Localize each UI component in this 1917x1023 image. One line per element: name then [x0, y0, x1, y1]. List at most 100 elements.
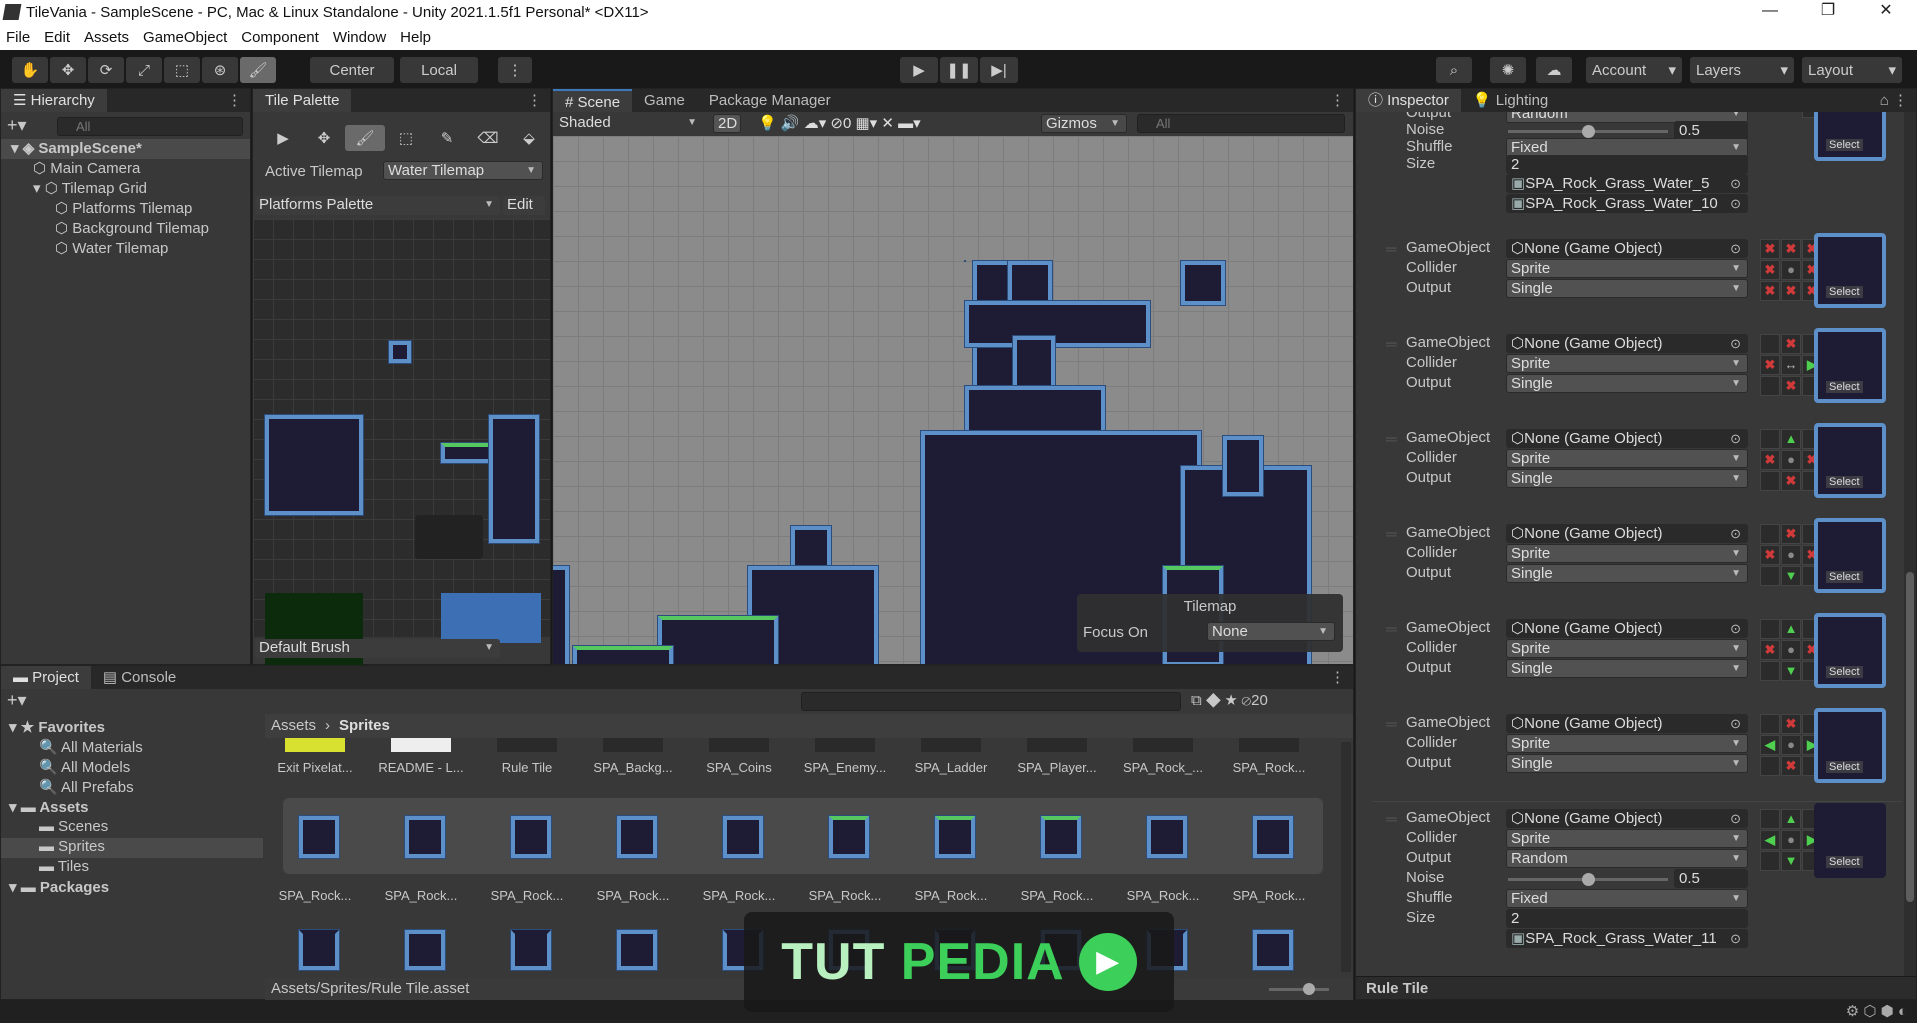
asset-label[interactable]: SPA_Rock... — [795, 888, 895, 903]
project-filter-icons[interactable]: ⧉ ◆ ★ ⊘20 — [1191, 692, 1268, 709]
rule-sprite-preview[interactable]: Select — [1814, 708, 1886, 783]
rule-neighbor-cell[interactable] — [1760, 661, 1780, 681]
drag-handle-icon[interactable]: ═ — [1386, 431, 1397, 448]
asset-thumbnail[interactable] — [709, 738, 769, 752]
object-picker-icon[interactable]: ⊙ — [1730, 810, 1741, 827]
rule-sprite-preview[interactable]: Select — [1814, 518, 1886, 593]
rule-neighbor-cell[interactable]: ✖ — [1760, 260, 1780, 280]
asset-label[interactable]: Rule Tile — [477, 760, 577, 775]
sprite-thumbnail[interactable] — [404, 815, 446, 859]
rule-neighbor-cell[interactable] — [1760, 566, 1780, 586]
pivot-center-button[interactable]: Center — [310, 57, 394, 83]
rule-sprite-preview[interactable]: Select — [1814, 423, 1886, 498]
hierarchy-item[interactable]: ▾ ⬡ Tilemap Grid — [1, 179, 250, 199]
shuffle-dropdown[interactable]: Fixed ▼ — [1506, 889, 1748, 908]
palette-grid[interactable] — [253, 219, 550, 693]
rule-neighbor-cell[interactable] — [1760, 809, 1780, 829]
sprite-thumbnail[interactable] — [828, 815, 870, 859]
select-button[interactable]: Select — [1826, 666, 1863, 678]
object-picker-icon[interactable]: ⊙ — [1730, 430, 1741, 447]
asset-thumbnail[interactable] — [1239, 738, 1299, 752]
cloud-icon[interactable]: ☁ — [1536, 57, 1572, 83]
rule-neighbor-cell[interactable]: ✖ — [1760, 239, 1780, 259]
rule-neighbor-cell[interactable]: ● — [1781, 545, 1801, 565]
palette-tool-button[interactable]: 🖌 — [345, 125, 385, 151]
rule-neighbor-cell[interactable]: ✖ — [1760, 355, 1780, 375]
palette-tool-button[interactable]: ⬙ — [509, 125, 549, 151]
breadcrumb-assets[interactable]: Assets — [271, 717, 316, 734]
collider-dropdown[interactable]: Sprite ▼ — [1506, 259, 1748, 278]
rule-neighbor-cell[interactable] — [1760, 471, 1780, 491]
restore-button[interactable]: ❐ — [1808, 0, 1848, 24]
noise-slider[interactable] — [1508, 125, 1668, 138]
asset-label[interactable]: SPA_Rock... — [265, 888, 365, 903]
size-field[interactable]: 2 — [1506, 155, 1748, 174]
collider-dropdown[interactable]: Sprite ▼ — [1506, 734, 1748, 753]
rule-neighbor-cell[interactable]: ● — [1781, 830, 1801, 850]
rule-neighbor-cell[interactable]: ▼ — [1781, 566, 1801, 586]
menu-window[interactable]: Window — [333, 29, 386, 46]
project-tree-item[interactable]: 🔍 All Materials — [1, 738, 263, 758]
brush-dropdown[interactable]: Default Brush ▼ — [255, 639, 500, 658]
rule-neighbor-cell[interactable]: ▼ — [1781, 661, 1801, 681]
asset-thumbnail[interactable] — [815, 738, 875, 752]
slider-thumb[interactable] — [1582, 873, 1595, 886]
select-button[interactable]: Select — [1826, 139, 1863, 151]
rule-sprite-preview[interactable]: Select — [1814, 233, 1886, 308]
rule-neighbor-cell[interactable] — [1760, 619, 1780, 639]
collab-icon[interactable]: ✺ — [1490, 57, 1526, 83]
menu-component[interactable]: Component — [241, 29, 319, 46]
sprite-thumbnail[interactable] — [1252, 815, 1294, 859]
sprite-thumbnail[interactable] — [934, 815, 976, 859]
rule-neighbor-cell[interactable] — [1760, 334, 1780, 354]
asset-label[interactable]: SPA_Rock... — [583, 888, 683, 903]
rule-neighbor-cell[interactable]: ✖ — [1781, 281, 1801, 301]
edit-palette-button[interactable]: Edit — [503, 196, 545, 215]
asset-label[interactable]: Exit Pixelat... — [265, 760, 365, 775]
asset-label[interactable]: SPA_Ladder — [901, 760, 1001, 775]
project-tree-item[interactable]: ▬ Tiles — [1, 858, 263, 878]
gizmos-dropdown[interactable]: Gizmos ▼ — [1041, 114, 1127, 133]
select-button[interactable]: Select — [1826, 761, 1863, 773]
rule-neighbor-cell[interactable]: ● — [1781, 640, 1801, 660]
asset-label[interactable]: SPA_Rock... — [371, 888, 471, 903]
tool-button[interactable]: ⤢ — [126, 57, 162, 83]
scene-search[interactable]: All — [1137, 114, 1345, 133]
tab-scene[interactable]: # Scene — [553, 89, 633, 112]
rule-neighbor-cell[interactable]: ✖ — [1781, 376, 1801, 396]
tool-button[interactable]: ✋ — [12, 57, 48, 83]
sprite-object-field[interactable]: ▣SPA_Rock_Grass_Water_11 ⊙ — [1506, 929, 1748, 948]
rule-neighbor-cell[interactable]: ✖ — [1760, 545, 1780, 565]
asset-label[interactable]: SPA_Rock... — [1007, 888, 1107, 903]
rule-neighbor-cell[interactable]: ✖ — [1760, 281, 1780, 301]
rule-neighbor-cell[interactable]: ◀ — [1760, 830, 1780, 850]
palette-tool-button[interactable]: ✎ — [427, 125, 467, 151]
tab-hierarchy[interactable]: ☰ Hierarchy — [1, 89, 107, 112]
asset-thumbnail[interactable] — [921, 738, 981, 752]
palette-dropdown[interactable]: Platforms Palette ▼ — [255, 196, 500, 215]
object-picker-icon[interactable]: ⊙ — [1730, 175, 1741, 192]
rule-neighbor-cell[interactable] — [1760, 376, 1780, 396]
select-button[interactable]: Select — [1826, 571, 1863, 583]
hierarchy-item[interactable]: ⬡ Platforms Tilemap — [1, 199, 250, 219]
tool-button[interactable]: ⬚ — [164, 57, 200, 83]
layers-dropdown[interactable]: Layers ▾ — [1690, 57, 1794, 83]
rule-sprite-preview[interactable]: Select — [1814, 803, 1886, 878]
rule-neighbor-cell[interactable]: ✖ — [1781, 239, 1801, 259]
object-picker-icon[interactable]: ⊙ — [1730, 930, 1741, 947]
inspector-scrollbar[interactable] — [1904, 112, 1916, 976]
snap-button[interactable]: ⋮ — [498, 57, 532, 83]
project-search[interactable] — [801, 692, 1181, 711]
object-picker-icon[interactable]: ⊙ — [1730, 620, 1741, 637]
scene-viewport[interactable] — [553, 136, 1353, 664]
asset-thumbnail[interactable] — [1133, 738, 1193, 752]
scene-view-toggles[interactable]: 💡 🔊 ☁▾ ⊘0 ▦▾ ✕ ▬▾ — [758, 114, 921, 132]
create-button[interactable]: +▾ — [7, 690, 27, 711]
sprite-thumbnail[interactable] — [1252, 929, 1294, 971]
output-dropdown[interactable]: Single ▼ — [1506, 659, 1748, 678]
asset-thumbnail[interactable] — [603, 738, 663, 752]
hierarchy-item[interactable]: ⬡ Water Tilemap — [1, 239, 250, 259]
minimize-button[interactable]: — — [1750, 0, 1790, 24]
asset-label[interactable]: SPA_Enemy... — [795, 760, 895, 775]
object-picker-icon[interactable]: ⊙ — [1730, 715, 1741, 732]
